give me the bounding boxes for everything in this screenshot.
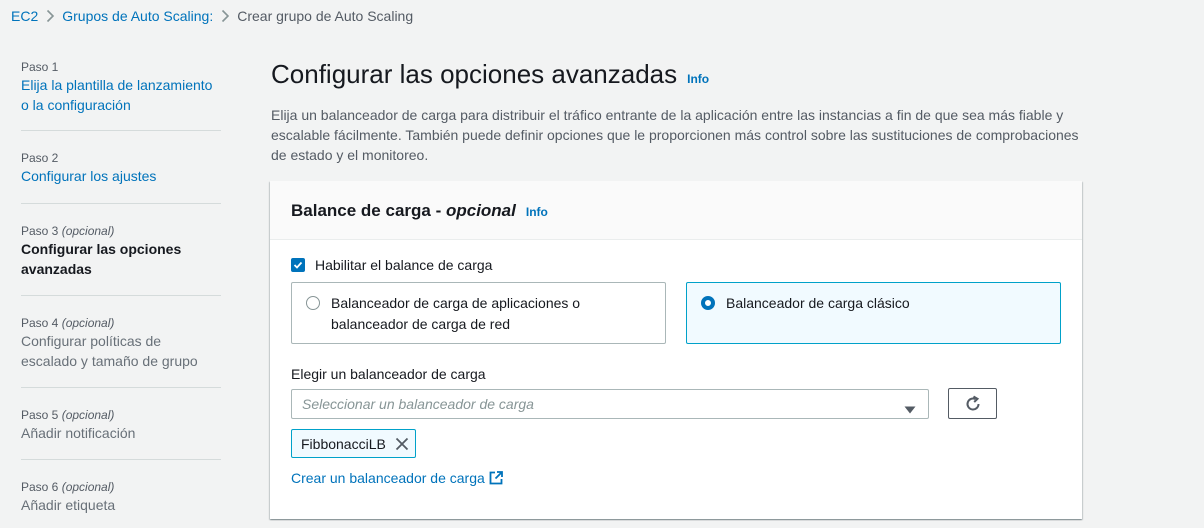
step-2-link[interactable]: Configurar los ajustes xyxy=(21,166,221,186)
step-label: Paso 4 (opcional) xyxy=(21,316,115,330)
breadcrumb-ec2[interactable]: EC2 xyxy=(11,8,38,24)
breadcrumb-auto-scaling-groups[interactable]: Grupos de Auto Scaling: xyxy=(62,8,213,24)
load-balancer-select[interactable]: Seleccionar un balanceador de carga xyxy=(291,389,929,419)
breadcrumb: EC2 Grupos de Auto Scaling: Crear grupo … xyxy=(11,6,413,26)
panel-title: Balance de carga - opcional xyxy=(291,201,516,220)
panel-info-link[interactable]: Info xyxy=(526,205,548,219)
tile-label: Balanceador de carga de aplicaciones o b… xyxy=(331,295,581,332)
tile-label: Balanceador de carga clásico xyxy=(726,295,910,311)
step-5: Paso 5 (opcional) Añadir notificación xyxy=(21,388,221,460)
step-6: Paso 6 (opcional) Añadir etiqueta xyxy=(21,460,221,528)
step-5-title: Añadir notificación xyxy=(21,425,136,441)
wizard-steps: Paso 1 Elija la plantilla de lanzamiento… xyxy=(21,57,221,528)
step-1: Paso 1 Elija la plantilla de lanzamiento… xyxy=(21,57,221,131)
step-label: Paso 3 (opcional) xyxy=(21,224,115,238)
panel-header: Balance de carga - opcional Info xyxy=(270,181,1082,240)
load-balancing-panel: Balance de carga - opcional Info Habilit… xyxy=(270,181,1082,519)
tile-alb-nlb[interactable]: Balanceador de carga de aplicaciones o b… xyxy=(291,282,666,344)
page-description: Elija un balanceador de carga para distr… xyxy=(271,107,1079,163)
step-label: Paso 1 xyxy=(21,60,59,74)
step-label: Paso 6 (opcional) xyxy=(21,480,115,494)
chevron-right-icon xyxy=(38,9,62,23)
breadcrumb-current: Crear grupo de Auto Scaling xyxy=(237,8,414,24)
external-link-icon xyxy=(489,471,503,485)
step-1-link[interactable]: Elija la plantilla de lanzamiento o la c… xyxy=(21,75,221,115)
page-title-text: Configurar las opciones avanzadas xyxy=(271,59,678,89)
select-placeholder: Seleccionar un balanceador de carga xyxy=(302,396,534,412)
token-label: FibbonacciLB xyxy=(301,435,386,452)
page-title: Configurar las opciones avanzadas Info xyxy=(271,58,709,95)
radio-checked-icon[interactable] xyxy=(701,296,715,310)
refresh-button[interactable] xyxy=(948,388,997,419)
checkbox-checked-icon[interactable] xyxy=(291,258,305,272)
step-3-current: Configurar las opciones avanzadas xyxy=(21,241,182,277)
step-label: Paso 5 (opcional) xyxy=(21,408,115,422)
enable-load-balancing-checkbox[interactable]: Habilitar el balance de carga xyxy=(291,257,492,273)
refresh-icon xyxy=(964,395,982,413)
close-icon[interactable] xyxy=(395,437,409,451)
step-3: Paso 3 (opcional) Configurar las opcione… xyxy=(21,204,221,296)
step-2: Paso 2 Configurar los ajustes xyxy=(21,131,221,204)
chevron-right-icon xyxy=(213,9,237,23)
select-load-balancer-label: Elegir un balanceador de carga xyxy=(291,366,486,382)
step-label: Paso 2 xyxy=(21,151,59,165)
tile-classic-lb[interactable]: Balanceador de carga clásico xyxy=(686,282,1061,344)
step-4-title: Configurar políticas de escalado y tamañ… xyxy=(21,333,198,369)
info-link[interactable]: Info xyxy=(687,63,709,95)
step-4: Paso 4 (opcional) Configurar políticas d… xyxy=(21,296,221,388)
selected-load-balancer-token: FibbonacciLB xyxy=(291,429,416,458)
caret-down-icon xyxy=(904,401,916,417)
radio-unchecked-icon[interactable] xyxy=(306,296,320,310)
step-6-title: Añadir etiqueta xyxy=(21,497,116,513)
checkbox-label: Habilitar el balance de carga xyxy=(315,257,493,273)
create-load-balancer-link[interactable]: Crear un balanceador de carga xyxy=(291,470,503,486)
